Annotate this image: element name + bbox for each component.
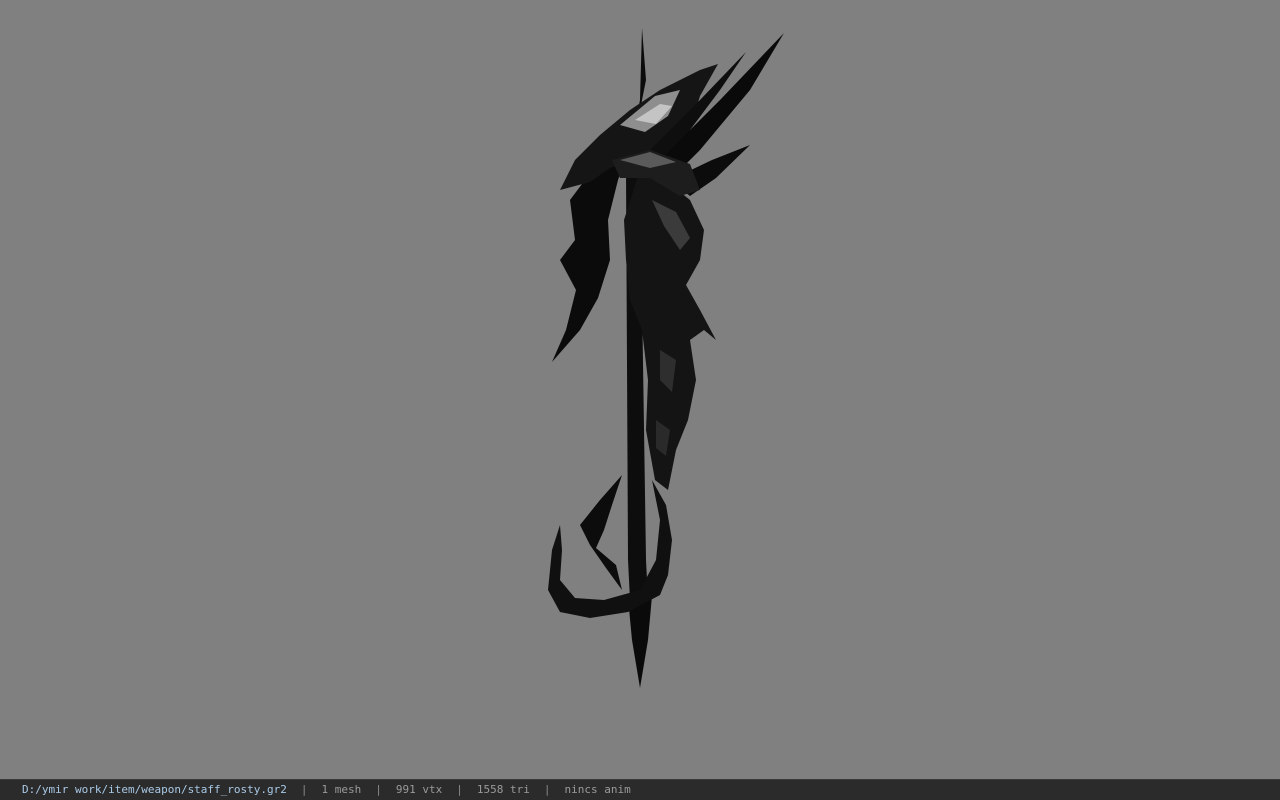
separator: |: [300, 783, 308, 796]
separator: |: [543, 783, 551, 796]
animation-status: nincs anim: [564, 783, 631, 796]
mesh-count: 1 mesh: [321, 783, 362, 796]
separator: |: [456, 783, 463, 796]
3d-viewport[interactable]: [0, 0, 1280, 779]
staff-prong: [580, 475, 622, 590]
separator: |: [375, 783, 382, 796]
status-bar: D:/ymir work/item/weapon/staff_rosty.gr2…: [0, 779, 1280, 800]
triangle-count: 1558 tri: [476, 783, 530, 796]
file-path: D:/ymir work/item/weapon/staff_rosty.gr2: [22, 783, 287, 796]
staff-model: [548, 28, 784, 688]
vertex-count: 991 vtx: [395, 783, 443, 796]
